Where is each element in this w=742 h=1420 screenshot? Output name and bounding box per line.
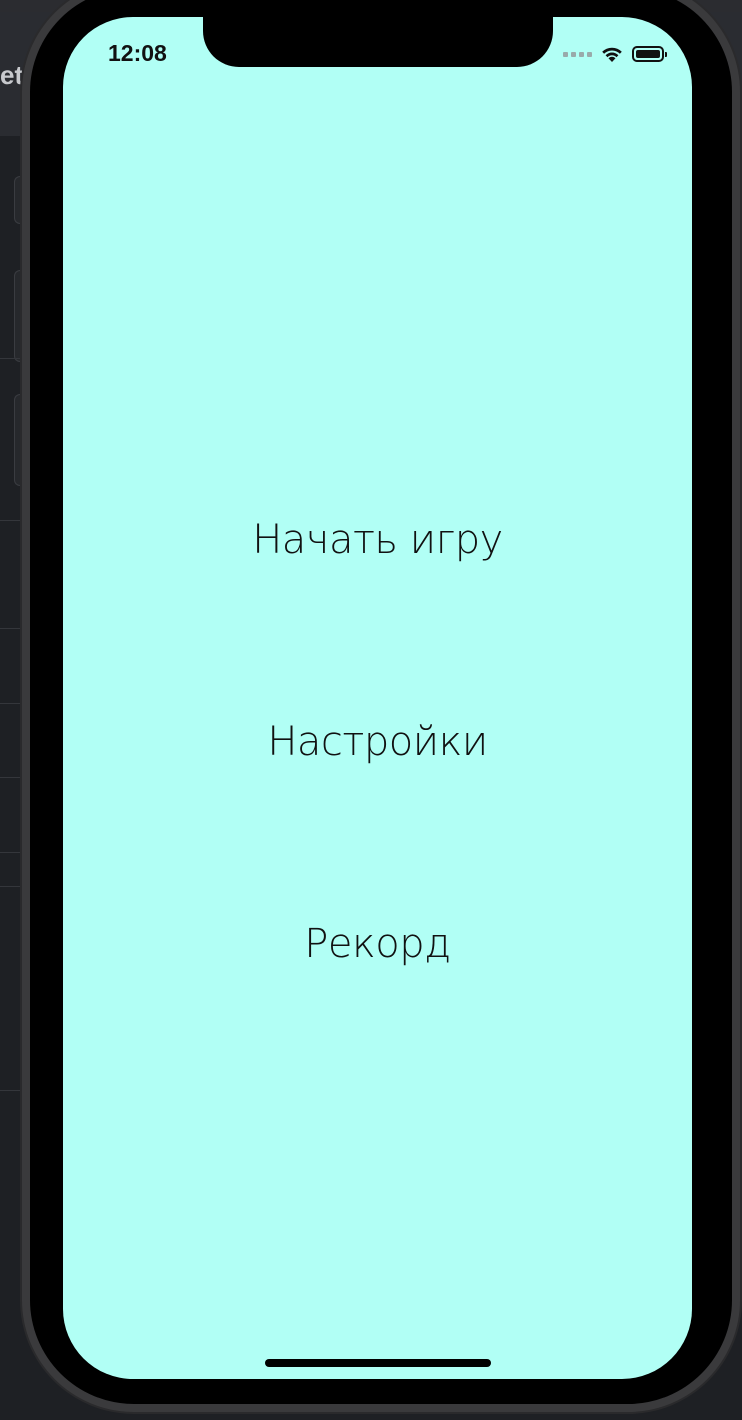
status-bar-time: 12:08 <box>108 40 167 66</box>
notch <box>203 17 553 67</box>
simulator-screen: 12:08 Начать игру Настройки Рекорд <box>63 17 692 1379</box>
cellular-signal-icon <box>563 51 592 57</box>
battery-icon <box>632 46 667 62</box>
wifi-icon <box>602 47 622 62</box>
home-indicator[interactable] <box>265 1359 491 1367</box>
settings-button[interactable]: Настройки <box>63 719 692 765</box>
backdrop-left-text-fragment: et <box>0 60 24 90</box>
record-button[interactable]: Рекорд <box>63 921 692 967</box>
start-game-button[interactable]: Начать игру <box>63 517 692 563</box>
status-bar-icons <box>563 45 667 63</box>
